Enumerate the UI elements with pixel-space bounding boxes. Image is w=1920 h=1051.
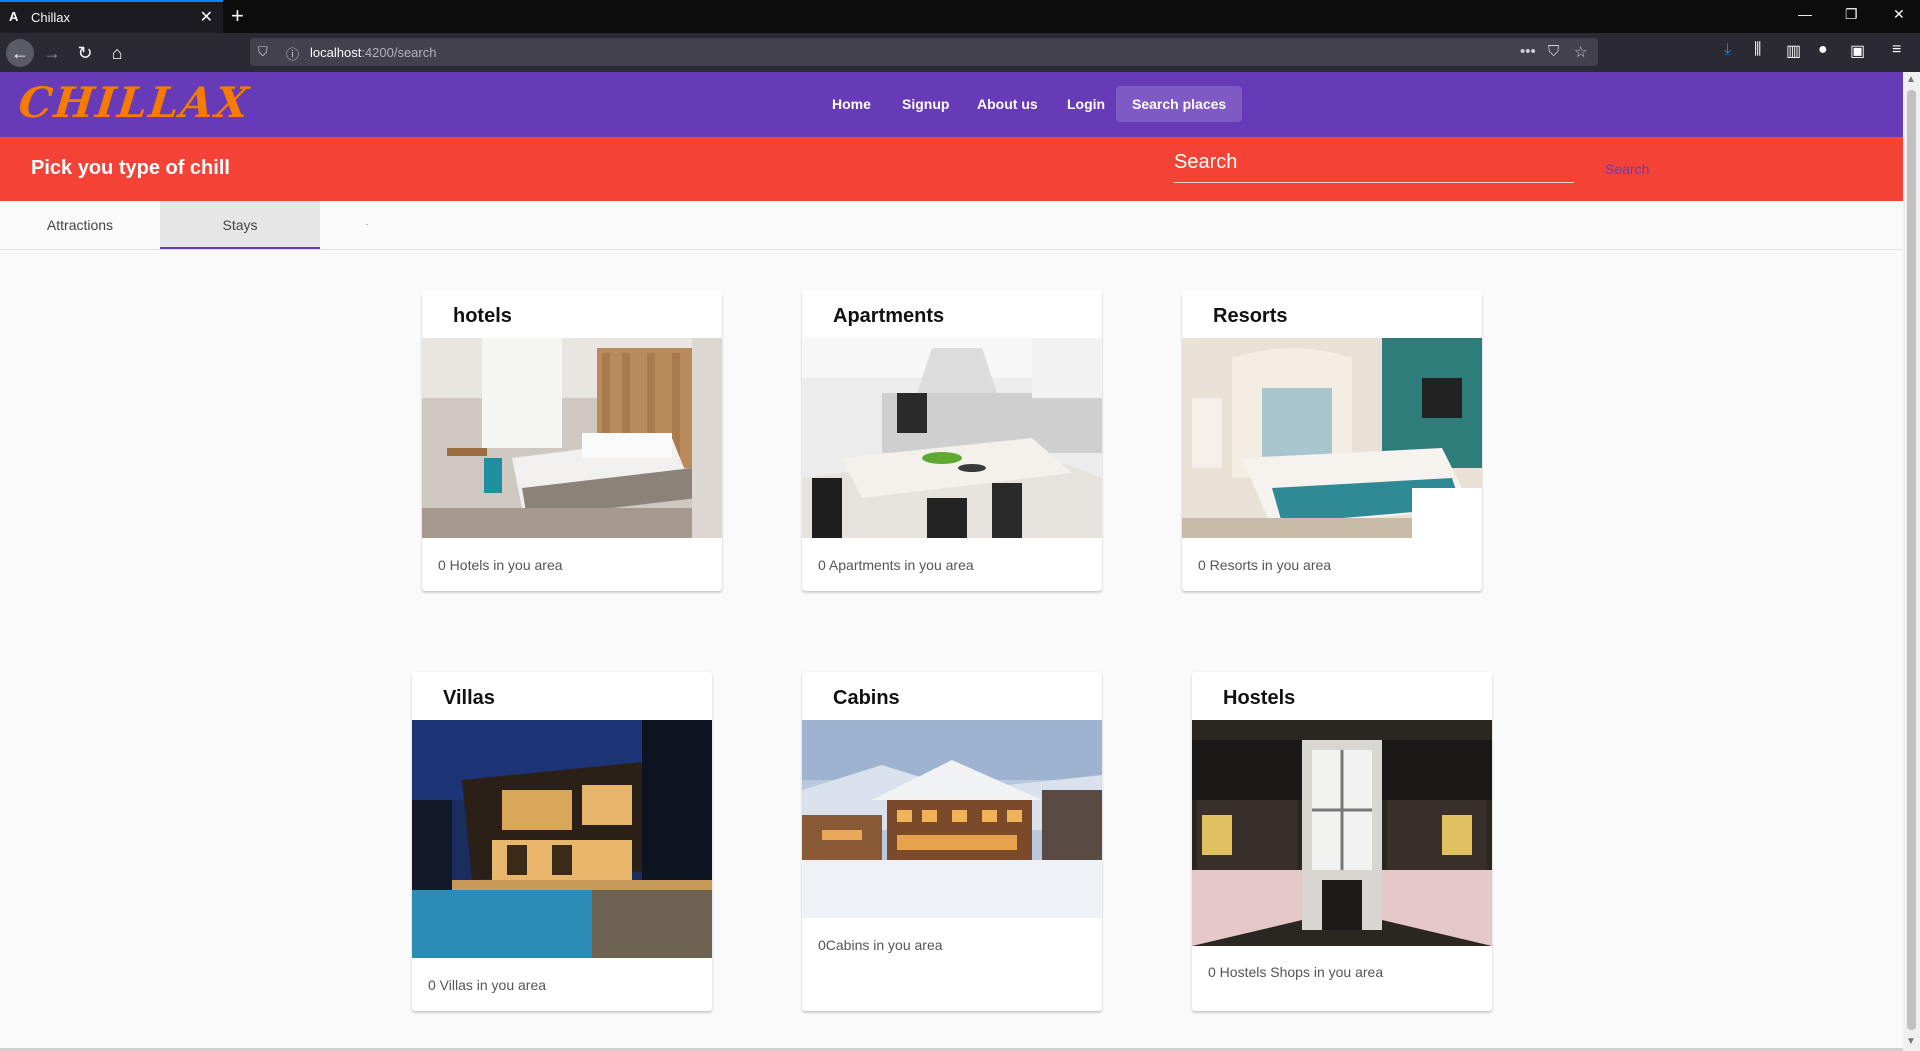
vertical-scrollbar[interactable]: ▲ ▼ [1903, 72, 1920, 1051]
card-count-text: 0 Hotels in you area [438, 557, 563, 573]
apartment-kitchen-image [802, 338, 1102, 538]
card-title: Villas [443, 687, 495, 709]
url-host: localhost [310, 45, 362, 60]
scroll-down-icon[interactable]: ▼ [1906, 1036, 1916, 1047]
angular-favicon-icon: A [9, 9, 19, 24]
villa-pool-image [412, 720, 712, 958]
tab-stays[interactable]: Stays [160, 201, 320, 249]
browser-tabstrip: A Chillax ✕ + — ❐ ✕ [0, 0, 1920, 33]
search-input[interactable] [1174, 151, 1574, 174]
tab-bar: Attractions Stays [0, 201, 1903, 250]
close-tab-icon[interactable]: ✕ [200, 7, 213, 27]
browser-toolbar: ← → ↻ ⌂ ⛉ ⓘ localhost:4200/search ••• ⛉ … [0, 33, 1920, 72]
library-icon[interactable]: ⫼ [1754, 41, 1761, 59]
card-title: Hostels [1223, 687, 1296, 709]
nav-search-places[interactable]: Search places [1116, 86, 1243, 122]
search-field [1174, 151, 1574, 183]
close-window-icon[interactable]: ✕ [1893, 6, 1905, 23]
card-villas[interactable]: Villas 0 Villas in you area [412, 672, 712, 1011]
account-icon[interactable]: ● [1818, 41, 1828, 59]
pocket-icon[interactable]: ⛉ [1548, 43, 1559, 60]
nav-signup[interactable]: Signup [886, 86, 965, 122]
url-text[interactable]: localhost:4200/search [310, 45, 436, 60]
card-cabins[interactable]: Cabins 0Cabins in you area [802, 672, 1102, 1011]
card-hostels[interactable]: Hostels 0 Hostels Shops in you area [1192, 672, 1492, 1011]
card-count-text: 0 Villas in you area [428, 977, 547, 993]
scroll-up-icon[interactable]: ▲ [1906, 74, 1916, 85]
scrollbar-thumb[interactable] [1907, 90, 1916, 1030]
cabin-snow-image [802, 720, 1102, 918]
forward-icon[interactable]: → [40, 41, 64, 65]
card-title: Resorts [1213, 305, 1288, 327]
restore-icon[interactable]: ❐ [1845, 6, 1858, 23]
nav-about-us[interactable]: About us [961, 86, 1054, 122]
search-button[interactable]: Search [1605, 161, 1649, 177]
tab-title: Chillax [31, 10, 71, 25]
info-icon[interactable]: ⓘ [286, 44, 299, 63]
url-path: :4200/search [361, 45, 437, 60]
card-title: Apartments [833, 305, 945, 327]
browser-tab[interactable]: A Chillax ✕ [0, 0, 223, 33]
minimize-icon[interactable]: — [1798, 6, 1812, 22]
more-actions-icon[interactable]: ••• [1520, 43, 1536, 60]
extension-icon[interactable]: ▣ [1850, 41, 1865, 61]
card-resorts[interactable]: Resorts 0 Resorts in you area [1182, 290, 1482, 591]
tab-divider [366, 224, 368, 225]
menu-icon[interactable]: ≡ [1892, 41, 1901, 59]
nav-login[interactable]: Login [1051, 86, 1121, 122]
banner-title: Pick you type of chill [31, 157, 230, 179]
search-banner: Pick you type of chill Search [0, 137, 1903, 201]
sidebar-icon[interactable]: ▥ [1786, 41, 1801, 61]
shield-icon[interactable]: ⛉ [258, 44, 268, 60]
back-icon[interactable]: ← [6, 39, 34, 67]
hostel-bunks-image [1192, 720, 1492, 946]
card-count-text: 0 Resorts in you area [1198, 557, 1332, 573]
new-tab-icon[interactable]: + [231, 3, 244, 29]
card-count-text: 0 Hostels Shops in you area [1208, 964, 1384, 980]
reload-icon[interactable]: ↻ [73, 41, 97, 65]
card-hotels[interactable]: hotels 0 Hotels in you area [422, 290, 722, 591]
card-title: Cabins [833, 687, 900, 709]
card-apartments[interactable]: Apartments 0 Apartments in you area [802, 290, 1102, 591]
url-bar[interactable]: ⛉ ⓘ localhost:4200/search ••• ⛉ ☆ [250, 38, 1598, 66]
bookmark-star-icon[interactable]: ☆ [1574, 43, 1587, 61]
downloads-icon[interactable]: ⤓ [1724, 41, 1731, 59]
nav-home[interactable]: Home [816, 86, 887, 122]
app-header: CHILLAX Home Signup About us Login Searc… [0, 72, 1903, 137]
card-title: hotels [453, 305, 512, 327]
resort-room-image [1182, 338, 1482, 538]
chillax-logo[interactable]: CHILLAX [16, 78, 252, 127]
home-icon[interactable]: ⌂ [105, 41, 129, 65]
card-count-text: 0 Apartments in you area [818, 557, 974, 573]
card-count-text: 0Cabins in you area [818, 937, 943, 953]
hotel-room-image [422, 338, 722, 538]
tab-attractions[interactable]: Attractions [0, 201, 160, 249]
